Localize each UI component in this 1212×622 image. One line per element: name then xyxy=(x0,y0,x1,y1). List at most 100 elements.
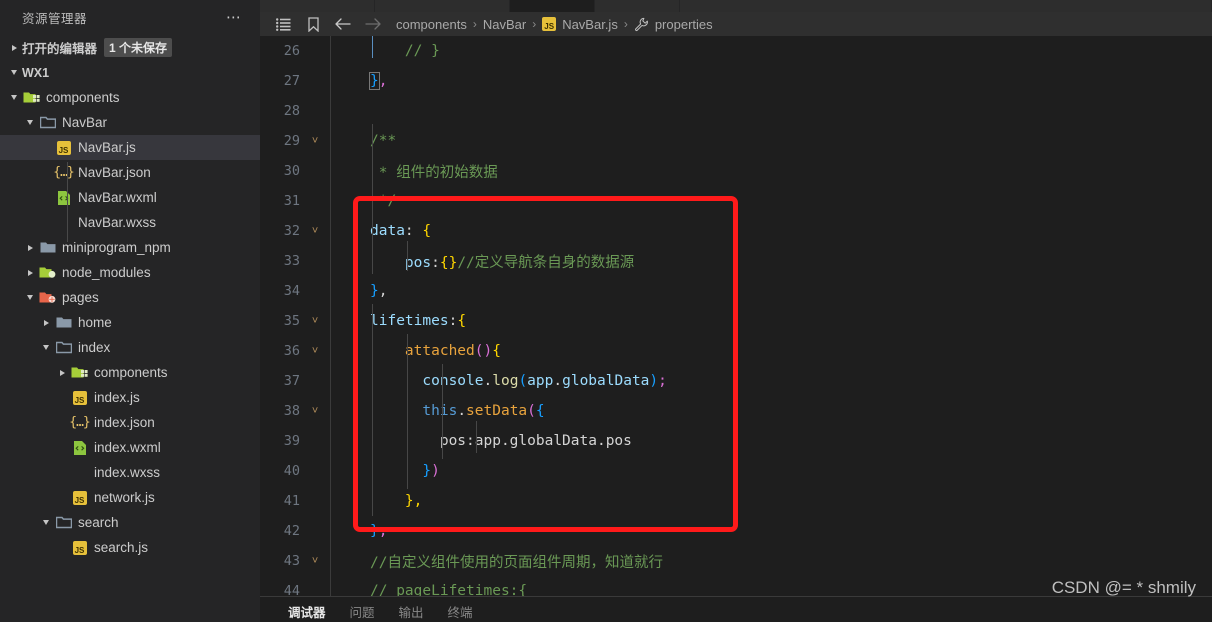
tree-item-navbar-wxml[interactable]: NavBar.wxml xyxy=(0,185,260,210)
chevron-down-icon[interactable] xyxy=(22,295,38,300)
code-line: 33 pos:{}//定义导航条自身的数据源 xyxy=(260,246,1212,276)
forward-arrow-icon[interactable] xyxy=(358,17,388,31)
tree-item-label: index.json xyxy=(94,415,155,430)
tree-item-index-js[interactable]: JS index.js xyxy=(0,385,260,410)
tree-item-search[interactable]: search xyxy=(0,510,260,535)
code-line: 32 ˅ data: { xyxy=(260,216,1212,246)
tree-item-home[interactable]: home xyxy=(0,310,260,335)
wxss-icon: ㄃ xyxy=(70,465,89,481)
fold-chevron-icon[interactable]: ˅ xyxy=(308,224,322,238)
open-editors-label: 打开的编辑器 xyxy=(22,38,97,57)
tree-item-network-js[interactable]: JS network.js xyxy=(0,485,260,510)
chevron-down-icon[interactable] xyxy=(38,345,54,350)
tree-item-components[interactable]: components xyxy=(0,360,260,385)
line-number: 26 xyxy=(260,43,300,59)
line-text: /** xyxy=(370,133,396,149)
code-editor[interactable]: 26 // } 27 }, 28 29 ˅ /** 30 * 组件的初始数据 3… xyxy=(260,36,1212,596)
line-number: 32 xyxy=(260,223,300,239)
wxml-icon xyxy=(70,440,89,456)
fold-chevron-icon[interactable]: ˅ xyxy=(308,344,322,358)
breadcrumb-item-navbar-js[interactable]: JS NavBar.js xyxy=(542,17,618,32)
tree-item-pages[interactable]: pages xyxy=(0,285,260,310)
tab-slot[interactable] xyxy=(260,0,375,12)
breadcrumb-separator: › xyxy=(532,17,536,31)
bookmark-icon[interactable] xyxy=(298,17,328,32)
tree-item-label: network.js xyxy=(94,490,155,505)
js-icon: JS xyxy=(70,541,89,555)
code-line: 34 }, xyxy=(260,276,1212,306)
tree-item-navbar-wxss[interactable]: ㄃ NavBar.wxss xyxy=(0,210,260,235)
tree-item-navbar-json[interactable]: {…} NavBar.json xyxy=(0,160,260,185)
line-number: 38 xyxy=(260,403,300,419)
folder-icon xyxy=(38,241,57,254)
tab-slot-active[interactable] xyxy=(510,0,595,12)
tab-slot[interactable] xyxy=(680,0,1212,12)
tree-item-navbar[interactable]: NavBar xyxy=(0,110,260,135)
tree-item-search-js[interactable]: JS search.js xyxy=(0,535,260,560)
line-text: attached(){ xyxy=(370,343,501,359)
tree-item-label: NavBar.js xyxy=(78,140,136,155)
tree-item-index-json[interactable]: {…} index.json xyxy=(0,410,260,435)
indent-guide xyxy=(67,162,68,242)
outline-icon[interactable] xyxy=(268,18,298,31)
js-icon: JS xyxy=(54,141,73,155)
tree-item-label: components xyxy=(94,365,168,380)
code-line: 30 * 组件的初始数据 xyxy=(260,156,1212,186)
tree-item-label: search xyxy=(78,515,119,530)
tree-item-miniprogram-npm[interactable]: miniprogram_npm xyxy=(0,235,260,260)
breadcrumb-separator: › xyxy=(624,17,628,31)
line-number: 30 xyxy=(260,163,300,179)
chevron-right-icon[interactable] xyxy=(38,320,54,326)
tree-item-index-wxml[interactable]: index.wxml xyxy=(0,435,260,460)
breadcrumb-label: NavBar.js xyxy=(562,17,618,32)
ellipsis-icon[interactable]: ⋯ xyxy=(226,14,242,22)
chevron-right-icon[interactable] xyxy=(22,270,38,276)
tab-slot[interactable] xyxy=(375,0,510,12)
tree-item-index[interactable]: index xyxy=(0,335,260,360)
fold-chevron-icon[interactable]: ˅ xyxy=(308,134,322,148)
tree-item-index-wxss[interactable]: ㄃ index.wxss xyxy=(0,460,260,485)
workspace-name: WX1 xyxy=(22,66,49,80)
chevron-down-icon[interactable] xyxy=(6,95,22,100)
breadcrumb-item-navbar[interactable]: NavBar xyxy=(483,17,526,32)
tree-item-node-modules[interactable]: node_modules xyxy=(0,260,260,285)
chevron-down-icon[interactable] xyxy=(22,120,38,125)
chevron-right-icon[interactable] xyxy=(54,370,70,376)
line-number: 28 xyxy=(260,103,300,119)
code-line: 36 ˅ attached(){ xyxy=(260,336,1212,366)
chevron-right-icon[interactable] xyxy=(22,245,38,251)
tree-item-label: index.js xyxy=(94,390,140,405)
indent-guide xyxy=(372,124,373,274)
line-number: 35 xyxy=(260,313,300,329)
panel-tab-terminal[interactable]: 终端 xyxy=(448,602,473,622)
line-text: data: { xyxy=(370,223,431,239)
code-line: 35 ˅ lifetimes:{ xyxy=(260,306,1212,336)
tab-slot[interactable] xyxy=(595,0,680,12)
open-editors-section[interactable]: 打开的编辑器 1 个未保存 xyxy=(0,35,260,60)
code-line: 40 }) xyxy=(260,456,1212,486)
panel-tab-debugger[interactable]: 调试器 xyxy=(288,602,326,622)
unsaved-badge: 1 个未保存 xyxy=(104,38,172,57)
tree-item-label: index xyxy=(78,340,110,355)
chevron-down-icon[interactable] xyxy=(38,520,54,525)
indent-guide xyxy=(372,304,373,516)
fold-chevron-icon[interactable]: ˅ xyxy=(308,404,322,418)
wxss-icon: ㄃ xyxy=(54,215,73,231)
back-arrow-icon[interactable] xyxy=(328,17,358,31)
fold-chevron-icon[interactable]: ˅ xyxy=(308,314,322,328)
tree-item-label: miniprogram_npm xyxy=(62,240,171,255)
code-line: 31 */ xyxy=(260,186,1212,216)
panel-tab-problems[interactable]: 问题 xyxy=(350,602,375,622)
tree-item-navbar-js[interactable]: JS NavBar.js xyxy=(0,135,260,160)
line-number: 27 xyxy=(260,73,300,89)
breadcrumb-item-components[interactable]: components xyxy=(396,17,467,32)
chevron-down-icon[interactable] xyxy=(6,70,22,75)
panel-tab-output[interactable]: 输出 xyxy=(399,602,424,622)
tree-item-label: index.wxss xyxy=(94,465,160,480)
workspace-root-row[interactable]: WX1 xyxy=(0,60,260,85)
chevron-right-icon[interactable] xyxy=(6,45,22,51)
breadcrumb-item-properties[interactable]: properties xyxy=(634,17,713,32)
wxml-icon xyxy=(54,190,73,206)
fold-chevron-icon[interactable]: ˅ xyxy=(308,554,322,568)
tree-item-components[interactable]: components xyxy=(0,85,260,110)
